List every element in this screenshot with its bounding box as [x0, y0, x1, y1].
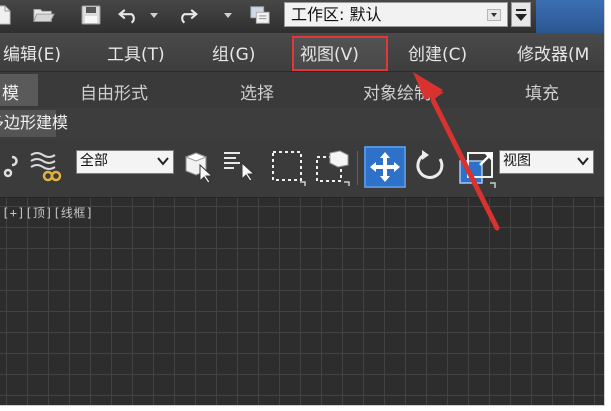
workspace-label: 工作区: 默认	[291, 5, 382, 24]
open-folder-icon[interactable]	[33, 4, 55, 26]
project-folder-icon[interactable]	[249, 4, 271, 26]
quick-access-toolbar: 工作区: 默认	[0, 0, 604, 33]
selection-filter-value: 全部	[80, 153, 108, 169]
toolbar-separator	[357, 151, 358, 185]
bind-to-space-warp-icon[interactable]	[28, 149, 64, 187]
menu-group[interactable]: 组(G)	[212, 40, 255, 65]
tab-modeling[interactable]: 模	[0, 74, 38, 106]
chevron-down-icon	[577, 157, 589, 166]
menu-edit[interactable]: 编辑(E)	[3, 40, 61, 65]
polygon-modeling-tab[interactable]: 多边形建模	[0, 110, 68, 137]
window-crossing-icon[interactable]	[314, 149, 352, 191]
top-viewport[interactable]: [+][顶][线框]	[0, 198, 604, 405]
undo-icon[interactable]	[118, 4, 140, 26]
menu-tools[interactable]: 工具(T)	[107, 40, 165, 65]
ribbon-tabs: 模 自由形式 选择 对象绘制 填充	[0, 72, 604, 108]
main-toolbar: 全部 视图	[0, 139, 604, 198]
menu-create[interactable]: 创建(C)	[408, 40, 467, 65]
app-window: 工作区: 默认 编辑(E) 工具(T) 组(G) 视图(V) 创建(C) 修改器…	[0, 0, 605, 406]
ribbon-subpanel: 多边形建模	[0, 108, 604, 139]
reference-coordinate-dropdown[interactable]: 视图	[499, 150, 594, 174]
save-icon[interactable]	[80, 4, 102, 26]
unlink-icon[interactable]	[2, 153, 20, 185]
menu-view-highlight-box	[292, 36, 388, 71]
chevron-down-icon	[487, 9, 501, 21]
select-and-move-icon[interactable]	[364, 146, 406, 192]
chevron-down-icon	[157, 157, 169, 166]
select-object-icon[interactable]	[182, 149, 214, 187]
workspace-select[interactable]: 工作区: 默认	[284, 2, 508, 27]
polygon-modeling-label: 多边形建模	[0, 113, 69, 132]
select-by-name-icon[interactable]	[222, 149, 256, 187]
tab-populate[interactable]: 填充	[525, 79, 559, 104]
tab-freeform[interactable]: 自由形式	[80, 79, 148, 104]
reference-coordinate-value: 视图	[503, 153, 531, 169]
menu-modifiers[interactable]: 修改器(M	[517, 40, 589, 65]
select-and-rotate-icon[interactable]	[412, 149, 448, 189]
rectangular-selection-icon[interactable]	[270, 149, 306, 191]
tab-object-paint[interactable]: 对象绘制	[363, 79, 431, 104]
redo-icon[interactable]	[176, 4, 198, 26]
undo-dropdown-icon[interactable]	[148, 4, 160, 26]
title-bar-area	[536, 0, 604, 33]
selection-filter-dropdown[interactable]: 全部	[76, 150, 174, 174]
redo-dropdown-icon[interactable]	[222, 4, 234, 26]
quick-access-customize-icon[interactable]	[511, 2, 531, 27]
viewport-label[interactable]: [+][顶][线框]	[2, 204, 94, 221]
new-file-icon[interactable]	[0, 4, 14, 26]
tab-selection[interactable]: 选择	[240, 79, 274, 104]
select-and-scale-icon[interactable]	[458, 145, 498, 193]
